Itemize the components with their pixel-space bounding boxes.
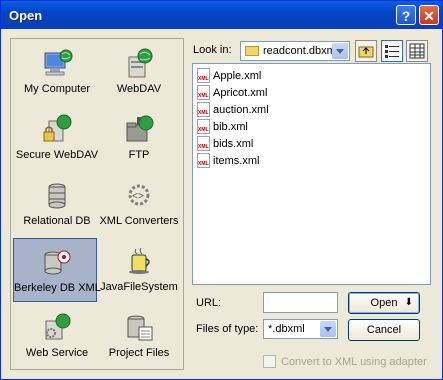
convert-checkbox[interactable] xyxy=(263,355,276,368)
list-view-icon xyxy=(385,45,399,58)
place-my-computer[interactable]: My Computer xyxy=(15,43,99,103)
download-arrow-icon: ⬇ xyxy=(404,297,413,308)
place-ftp[interactable]: FTP xyxy=(97,109,181,169)
close-button[interactable]: ✕ xyxy=(419,5,439,25)
server-lock-globe-icon xyxy=(43,114,72,142)
open-button[interactable]: Open ⬇ xyxy=(348,292,420,314)
place-java-file-system[interactable]: JavaFileSystem xyxy=(97,241,181,301)
place-xml-converters[interactable]: <> XML Converters xyxy=(97,175,181,235)
xml-file-icon: XML xyxy=(197,153,210,168)
place-label: Project Files xyxy=(108,347,170,359)
berkeley-db-icon xyxy=(44,250,71,275)
convert-checkbox-label: Convert to XML using adapter xyxy=(281,356,427,368)
place-label: Web Service xyxy=(25,347,89,359)
up-folder-button[interactable] xyxy=(355,40,377,62)
place-webdav[interactable]: WebDAV xyxy=(97,43,181,103)
file-type-value: *.dbxml xyxy=(268,323,305,335)
open-dialog: Open ? ✕ My Computer WebDAV Secure WebDA… xyxy=(0,0,443,380)
dialog-title: Open xyxy=(9,8,43,23)
file-name: bids.xml xyxy=(213,138,254,150)
place-label: Berkeley DB XML xyxy=(14,282,101,294)
chevron-down-icon[interactable] xyxy=(332,43,348,59)
chevron-down-icon[interactable] xyxy=(320,321,336,337)
url-label: URL: xyxy=(196,297,222,309)
place-label: JavaFileSystem xyxy=(100,281,178,293)
svg-text:<>: <> xyxy=(132,192,144,203)
file-type-label: Files of type: xyxy=(196,323,259,335)
url-input[interactable] xyxy=(263,292,338,313)
file-name: Apricot.xml xyxy=(213,87,268,99)
java-cup-icon xyxy=(129,247,150,274)
file-name: auction.xml xyxy=(213,104,269,116)
place-label: XML Converters xyxy=(99,215,179,227)
xml-gear-icon: <> xyxy=(128,184,150,206)
computer-globe-icon xyxy=(44,49,73,76)
project-files-icon xyxy=(127,315,153,341)
place-label: Secure WebDAV xyxy=(15,149,99,161)
place-label: FTP xyxy=(128,149,150,161)
file-list[interactable]: XML Apple.xml XML Apricot.xml XML auctio… xyxy=(192,63,431,285)
place-label: Relational DB xyxy=(23,215,91,227)
places-panel: My Computer WebDAV Secure WebDAV FTP Rel… xyxy=(10,38,184,370)
place-berkeley-db-xml[interactable]: Berkeley DB XML xyxy=(13,238,101,302)
look-in-combo[interactable]: readcont.dbxml xyxy=(240,41,350,61)
up-folder-icon xyxy=(358,46,374,58)
cancel-button[interactable]: Cancel xyxy=(348,319,420,341)
web-service-icon xyxy=(45,313,71,340)
xml-file-icon: XML xyxy=(197,85,210,100)
server-globe-icon xyxy=(128,48,153,78)
open-button-label: Open xyxy=(370,297,398,309)
details-view-icon xyxy=(409,43,425,59)
look-in-value: readcont.dbxml xyxy=(263,45,339,57)
xml-file-icon: XML xyxy=(197,136,210,151)
place-secure-webdav[interactable]: Secure WebDAV xyxy=(15,109,99,169)
file-type-combo[interactable]: *.dbxml xyxy=(263,319,338,339)
folder-icon xyxy=(245,46,259,56)
look-in-label: Look in: xyxy=(193,44,232,56)
file-name: Apple.xml xyxy=(213,70,262,82)
folder-globe-icon xyxy=(126,115,154,142)
list-view-button[interactable] xyxy=(381,40,403,62)
file-name: bib.xml xyxy=(213,121,248,133)
title-bar[interactable]: Open ? ✕ xyxy=(1,1,442,29)
place-label: My Computer xyxy=(23,83,91,95)
help-button[interactable]: ? xyxy=(396,5,416,25)
xml-file-icon: XML xyxy=(197,119,210,134)
database-icon xyxy=(48,183,66,209)
xml-file-icon: XML xyxy=(197,102,210,117)
place-label: WebDAV xyxy=(116,83,162,95)
xml-file-icon: XML xyxy=(197,68,210,83)
file-name: items.xml xyxy=(213,155,260,167)
place-web-service[interactable]: Web Service xyxy=(15,307,99,367)
details-view-button[interactable] xyxy=(406,40,428,62)
place-project-files[interactable]: Project Files xyxy=(97,307,181,367)
place-relational-db[interactable]: Relational DB xyxy=(15,175,99,235)
